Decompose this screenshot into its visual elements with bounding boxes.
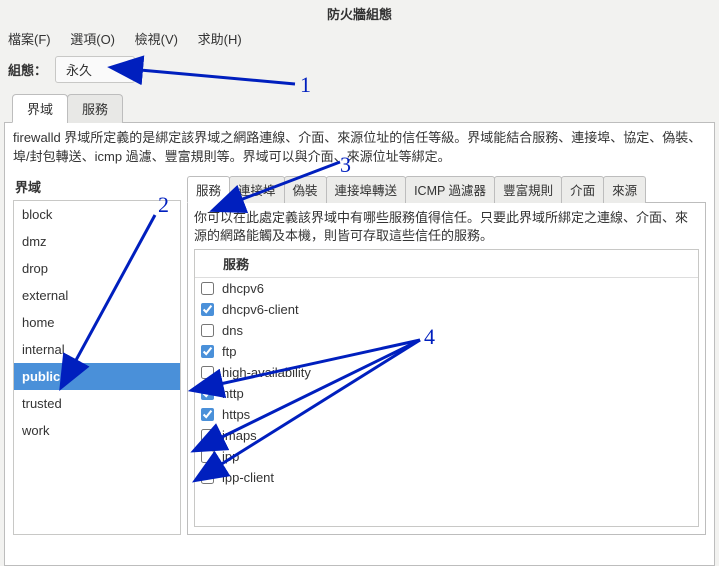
service-list-header: 服務 — [195, 250, 698, 278]
tab-zones[interactable]: 界域 — [12, 94, 68, 123]
service-label: high-availability — [222, 365, 311, 380]
service-description: 你可以在此處定義該界域中有哪些服務值得信任。只要此界域所綁定之連線、介面、來源的… — [194, 209, 699, 245]
inner-body: 你可以在此處定義該界域中有哪些服務值得信任。只要此界域所綁定之連線、介面、來源的… — [187, 202, 706, 535]
config-combo[interactable]: 永久 — [55, 56, 135, 83]
service-row-http[interactable]: http — [195, 383, 698, 404]
config-label: 組態： — [8, 60, 47, 79]
service-label: ftp — [222, 344, 236, 359]
service-row-imaps[interactable]: imaps — [195, 425, 698, 446]
zone-item-block[interactable]: block — [14, 201, 180, 228]
inner-tab-iface[interactable]: 介面 — [561, 176, 604, 203]
menu-options[interactable]: 選項(O) — [70, 32, 115, 47]
inner-tabs: 服務 連接埠 偽裝 連接埠轉送 ICMP 過濾器 豐富規則 介面 來源 — [187, 176, 706, 203]
service-row-ipp[interactable]: ipp — [195, 446, 698, 467]
service-label: ipp — [222, 449, 239, 464]
zone-description: firewalld 界域所定義的是綁定該界域之網路連線、介面、來源位址的信任等級… — [13, 129, 706, 167]
service-row-ipp-client[interactable]: ipp-client — [195, 467, 698, 488]
service-row-dhcpv6[interactable]: dhcpv6 — [195, 278, 698, 299]
service-header-label: 服務 — [223, 254, 249, 273]
service-row-dns[interactable]: dns — [195, 320, 698, 341]
zone-detail-column: 服務 連接埠 偽裝 連接埠轉送 ICMP 過濾器 豐富規則 介面 來源 你可以在… — [187, 175, 706, 535]
service-checkbox-dhcpv6-client[interactable] — [201, 303, 214, 316]
config-row: 組態： 永久 — [0, 54, 719, 93]
service-row-dhcpv6-client[interactable]: dhcpv6-client — [195, 299, 698, 320]
service-list[interactable]: 服務 dhcpv6 dhcpv6-client dns ftp high-availab… — [194, 249, 699, 527]
zone-item-dmz[interactable]: dmz — [14, 228, 180, 255]
zone-item-trusted[interactable]: trusted — [14, 390, 180, 417]
zone-list[interactable]: blockdmzdropexternalhomeinternalpublictr… — [13, 200, 181, 535]
service-label: http — [222, 386, 244, 401]
menu-view[interactable]: 檢視(V) — [135, 32, 178, 47]
menu-help[interactable]: 求助(H) — [198, 32, 242, 47]
service-checkbox-imaps[interactable] — [201, 429, 214, 442]
zone-item-drop[interactable]: drop — [14, 255, 180, 282]
service-checkbox-https[interactable] — [201, 408, 214, 421]
main-tabs: 界域 服務 — [0, 94, 719, 123]
zone-item-internal[interactable]: internal — [14, 336, 180, 363]
service-label: imaps — [222, 428, 257, 443]
zone-list-title: 界域 — [13, 175, 181, 200]
service-label: ipp-client — [222, 470, 274, 485]
service-checkbox-ftp[interactable] — [201, 345, 214, 358]
zone-item-work[interactable]: work — [14, 417, 180, 444]
inner-tab-portfwd[interactable]: 連接埠轉送 — [326, 176, 407, 203]
service-label: dhcpv6-client — [222, 302, 299, 317]
inner-tab-ports[interactable]: 連接埠 — [229, 176, 285, 203]
service-checkbox-high-availability[interactable] — [201, 366, 214, 379]
service-label: https — [222, 407, 250, 422]
service-label: dns — [222, 323, 243, 338]
service-checkbox-dhcpv6[interactable] — [201, 282, 214, 295]
zone-item-external[interactable]: external — [14, 282, 180, 309]
inner-tab-masq[interactable]: 偽裝 — [284, 176, 327, 203]
zone-column: 界域 blockdmzdropexternalhomeinternalpubli… — [13, 175, 181, 535]
inner-tab-source[interactable]: 來源 — [603, 176, 646, 203]
service-row-high-availability[interactable]: high-availability — [195, 362, 698, 383]
service-checkbox-ipp-client[interactable] — [201, 471, 214, 484]
inner-tab-services[interactable]: 服務 — [187, 176, 230, 203]
window-title: 防火牆組態 — [0, 0, 719, 25]
service-row-https[interactable]: https — [195, 404, 698, 425]
service-label: dhcpv6 — [222, 281, 264, 296]
menu-bar: 檔案(F) 選項(O) 檢視(V) 求助(H) — [0, 25, 719, 54]
menu-file[interactable]: 檔案(F) — [8, 32, 51, 47]
config-value: 永久 — [66, 63, 92, 78]
service-row-ftp[interactable]: ftp — [195, 341, 698, 362]
tab-services[interactable]: 服務 — [67, 94, 123, 123]
zone-item-home[interactable]: home — [14, 309, 180, 336]
main-body: firewalld 界域所定義的是綁定該界域之網路連線、介面、來源位址的信任等級… — [4, 122, 715, 566]
inner-tab-rich[interactable]: 豐富規則 — [494, 176, 562, 203]
service-checkbox-ipp[interactable] — [201, 450, 214, 463]
service-checkbox-dns[interactable] — [201, 324, 214, 337]
inner-tab-icmp[interactable]: ICMP 過濾器 — [405, 176, 495, 203]
zone-item-public[interactable]: public — [14, 363, 180, 390]
service-checkbox-http[interactable] — [201, 387, 214, 400]
